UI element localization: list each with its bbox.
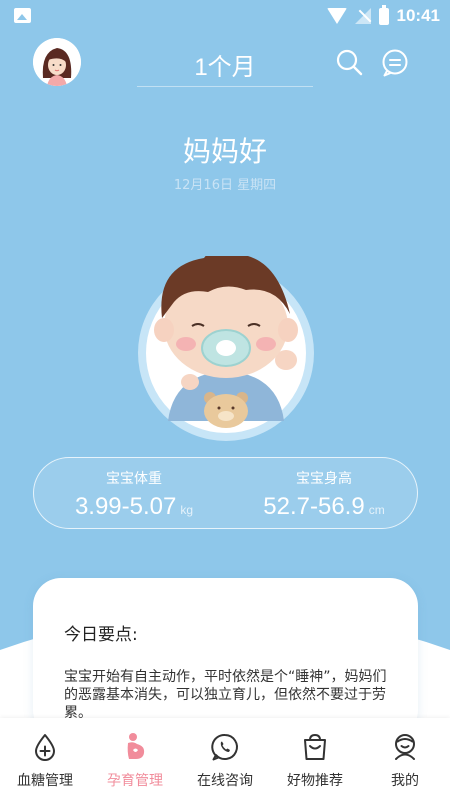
nav-label: 我的 <box>391 773 419 789</box>
nav-item-consult[interactable]: 在线咨询 <box>180 718 270 800</box>
baby-illustration <box>126 248 326 441</box>
wifi-icon <box>326 8 347 24</box>
weight-label: 宝宝体重 <box>106 471 162 487</box>
nav-label: 血糖管理 <box>17 773 73 789</box>
weight-stat: 宝宝体重 3.99-5.07 kg <box>44 468 224 521</box>
message-button[interactable] <box>380 48 410 78</box>
nav-label: 好物推荐 <box>287 773 343 789</box>
nav-label: 孕育管理 <box>107 773 163 789</box>
growth-stats-card: 宝宝体重 3.99-5.07 kg 宝宝身高 52.7-56.9 cm <box>33 457 418 529</box>
status-bar: 10:41 <box>0 0 450 32</box>
height-unit: cm <box>368 503 385 517</box>
nav-item-shopping[interactable]: 好物推荐 <box>270 718 360 800</box>
height-value: 52.7-56.9 <box>263 493 365 520</box>
nav-label: 在线咨询 <box>197 773 253 789</box>
profile-icon <box>395 734 415 760</box>
search-icon <box>336 49 363 76</box>
message-icon <box>382 49 408 77</box>
weight-value-row: 3.99-5.07 kg <box>44 493 224 521</box>
title-underline <box>137 86 313 87</box>
date-label: 12月16日 星期四 <box>173 178 277 193</box>
height-value-row: 52.7-56.9 cm <box>234 493 414 521</box>
nav-item-blood-sugar[interactable]: 血糖管理 <box>0 718 90 800</box>
tips-title: 今日要点: <box>64 625 138 645</box>
tips-body: 宝宝开始有自主动作，平时依然是个“睡神”，妈妈们的恶露基本消失，可以独立育儿，但… <box>64 669 387 721</box>
status-time: 10:41 <box>396 6 440 25</box>
height-label: 宝宝身高 <box>296 471 352 487</box>
height-stat: 宝宝身高 52.7-56.9 cm <box>234 468 414 521</box>
pregnancy-icon <box>127 733 145 759</box>
bottom-nav: 血糖管理 孕育管理 在线咨询 好物推荐 我的 <box>0 718 450 800</box>
greeting: 妈妈好 <box>182 135 267 168</box>
nav-item-profile[interactable]: 我的 <box>360 718 450 800</box>
weight-unit: kg <box>180 503 194 517</box>
signal-icon <box>354 8 371 24</box>
shopping-bag-icon <box>304 733 326 760</box>
daily-tips-card[interactable]: 今日要点: 宝宝开始有自主动作，平时依然是个“睡神”，妈妈们的恶露基本消失，可以… <box>33 578 418 738</box>
weight-value: 3.99-5.07 <box>74 493 177 520</box>
blood-sugar-icon <box>35 734 55 761</box>
nav-item-pregnancy[interactable]: 孕育管理 <box>90 718 180 800</box>
chat-phone-icon <box>211 733 238 761</box>
battery-icon <box>378 4 389 25</box>
gallery-icon <box>14 8 31 23</box>
search-button[interactable] <box>334 47 364 77</box>
